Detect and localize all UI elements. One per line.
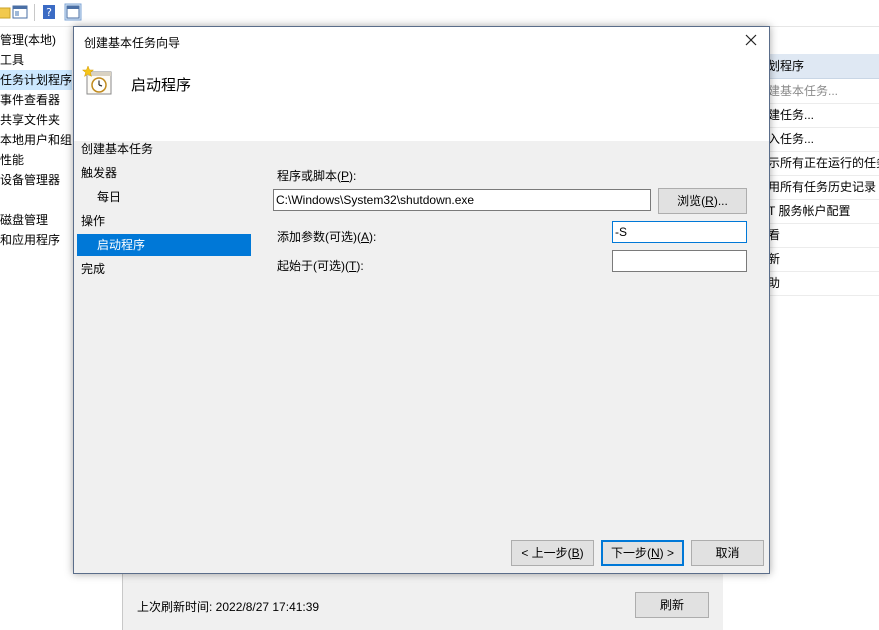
svg-text:?: ?: [46, 6, 52, 19]
args-key: A: [361, 230, 370, 244]
console-tree: 管理(本地) 工具 任务计划程序 事件查看器 共享文件夹 本地用户和组 性能 设备管理器磁盘管…: [0, 30, 72, 630]
last-refresh-text: 上次刷新时间: 2022/8/27 17:41:39: [137, 600, 320, 614]
tree-item[interactable]: 任务计划程序: [0, 70, 72, 90]
browse-button-text: 浏览: [677, 194, 702, 208]
tree-item[interactable]: 性能: [0, 150, 24, 170]
create-basic-task-wizard: 创建基本任务向导 启动程序 创建基本任务 触发器 每日 操作 启动程序 完成 程序或脚本(…: [73, 26, 770, 574]
actions-pane: 划程序 建基本任务... 建任务... 入任务... 示所有正在运行的任务 用所有任务历…: [768, 54, 879, 630]
tree-item[interactable]: 工具: [0, 50, 24, 70]
action-item[interactable]: 新: [768, 247, 879, 272]
program-label-text: 程序或脚本: [277, 169, 338, 183]
program-field[interactable]: [273, 189, 651, 211]
tree-item[interactable]: 设备管理器: [0, 170, 60, 190]
program-label-key: P: [341, 169, 350, 183]
start-in-key: T: [349, 259, 357, 273]
wizard-step: 触发器: [81, 166, 118, 180]
action-item[interactable]: 用所有任务历史记录: [768, 175, 879, 200]
program-label: 程序或脚本(P):: [277, 169, 357, 183]
next-key: N: [651, 546, 660, 560]
start-in-field[interactable]: [612, 250, 747, 272]
toolbar-separator: [34, 4, 35, 21]
wizard-header: 启动程序: [74, 55, 769, 141]
properties-pane-icon[interactable]: [64, 3, 82, 21]
next-button-text: 下一步: [610, 546, 647, 560]
tree-item[interactable]: 共享文件夹: [0, 110, 60, 130]
help-icon[interactable]: ?: [40, 3, 58, 21]
tree-item[interactable]: 和应用程序: [0, 230, 60, 250]
action-item[interactable]: T 服务帐户配置: [768, 199, 879, 224]
close-icon[interactable]: [742, 31, 760, 49]
wizard-step: 创建基本任务: [81, 142, 154, 156]
back-button-text: < 上一步: [521, 546, 568, 560]
action-item[interactable]: 入任务...: [768, 127, 879, 152]
start-in-label: 起始于(可选)(T):: [277, 259, 364, 273]
args-input[interactable]: [613, 222, 746, 242]
action-item[interactable]: 看: [768, 223, 879, 248]
tree-item[interactable]: 管理(本地): [0, 30, 56, 50]
dialog-titlebar: 创建基本任务向导: [74, 27, 769, 55]
wizard-page-title: 启动程序: [131, 77, 192, 94]
tree-item[interactable]: 事件查看器: [0, 90, 60, 110]
task-clock-icon: [82, 65, 112, 95]
action-item[interactable]: 建任务...: [768, 103, 879, 128]
action-item[interactable]: 示所有正在运行的任务: [768, 151, 879, 176]
wizard-step: 操作: [81, 214, 106, 228]
args-field[interactable]: [612, 221, 747, 243]
browse-button[interactable]: 浏览(R)...: [658, 188, 747, 214]
browse-key: R: [705, 194, 714, 208]
start-in-label-text: 起始于(可选): [277, 259, 345, 273]
show-hide-tree-icon[interactable]: [11, 3, 29, 21]
next-button[interactable]: 下一步(N) >: [601, 540, 684, 566]
args-label: 添加参数(可选)(A):: [277, 230, 377, 244]
wizard-step: 完成: [81, 262, 106, 276]
tree-item[interactable]: 本地用户和组: [0, 130, 72, 150]
wizard-step: 每日: [97, 190, 122, 204]
back-button[interactable]: < 上一步(B): [511, 540, 594, 566]
summary-footer: 上次刷新时间: 2022/8/27 17:41:39 刷新: [122, 573, 723, 630]
truncated-text: [153, 573, 156, 581]
tree-item[interactable]: 磁盘管理: [0, 210, 48, 230]
dialog-title: 创建基本任务向导: [84, 36, 181, 50]
start-in-input[interactable]: [613, 251, 746, 271]
cancel-button[interactable]: 取消: [691, 540, 764, 566]
args-label-text: 添加参数(可选): [277, 230, 357, 244]
back-key: B: [571, 546, 580, 560]
wizard-step: 启动程序: [77, 234, 251, 256]
action-item[interactable]: 建基本任务...: [768, 79, 879, 104]
action-item[interactable]: 助: [768, 271, 879, 296]
mmc-toolbar: ?: [0, 0, 879, 27]
actions-header[interactable]: 划程序: [768, 54, 879, 79]
refresh-button[interactable]: 刷新: [635, 592, 709, 618]
program-input[interactable]: [274, 190, 650, 210]
